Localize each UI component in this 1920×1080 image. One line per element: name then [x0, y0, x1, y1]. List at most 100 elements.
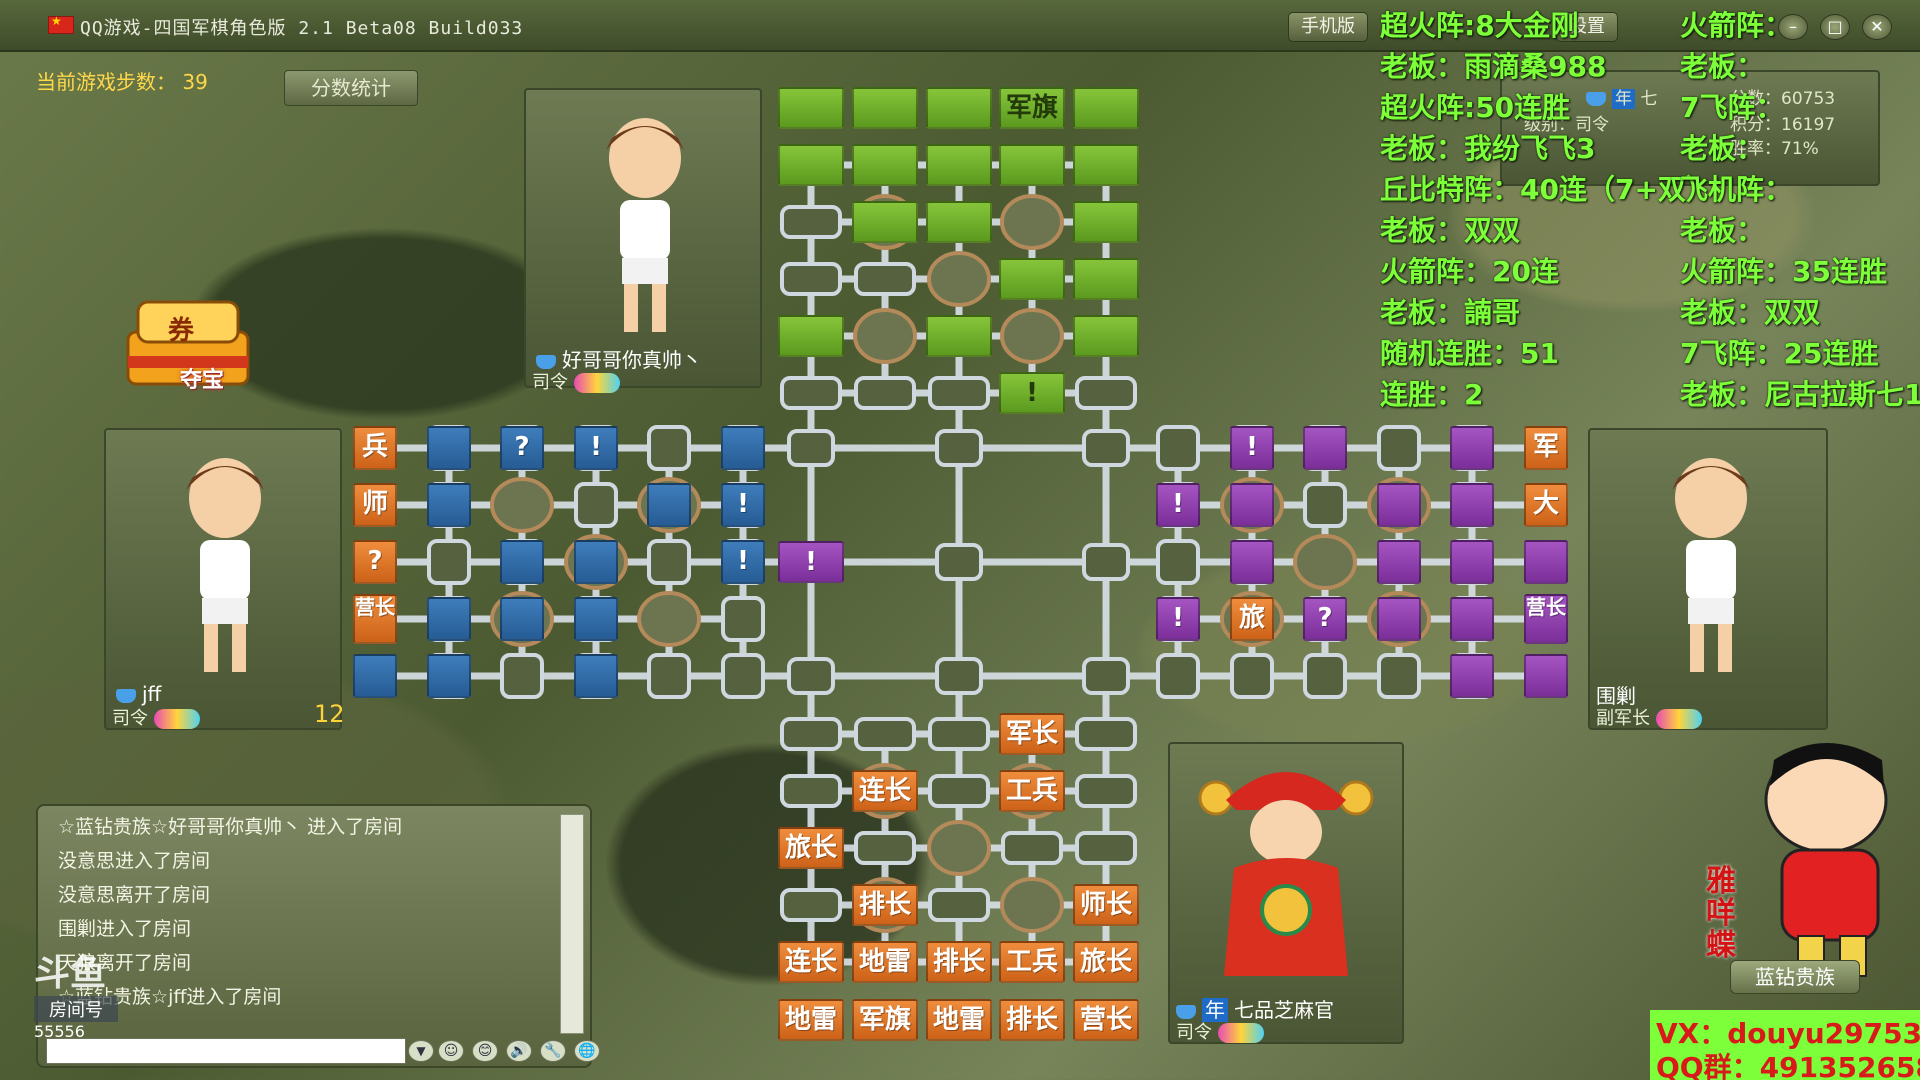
game-piece[interactable]: ! [999, 372, 1065, 414]
game-piece[interactable]: 地雷 [778, 999, 844, 1041]
game-piece[interactable] [1377, 540, 1421, 584]
game-piece[interactable] [999, 258, 1065, 300]
camp-node[interactable] [637, 591, 701, 647]
game-piece[interactable] [1230, 483, 1274, 527]
post-node[interactable] [1156, 539, 1200, 585]
game-piece[interactable] [1524, 540, 1568, 584]
game-piece[interactable] [1073, 258, 1139, 300]
game-piece[interactable] [1073, 144, 1139, 186]
game-piece[interactable] [1450, 483, 1494, 527]
game-piece[interactable] [1524, 654, 1568, 698]
game-piece[interactable]: 大 [1524, 483, 1568, 527]
camp-node[interactable] [1293, 534, 1357, 590]
post-node[interactable] [1001, 831, 1063, 865]
game-piece[interactable] [852, 144, 918, 186]
emoji-icon[interactable]: ☺ [438, 1040, 464, 1062]
post-node[interactable] [1303, 482, 1347, 528]
camp-node[interactable] [927, 820, 991, 876]
post-node[interactable] [1230, 653, 1274, 699]
game-piece[interactable] [1073, 87, 1139, 129]
post-node[interactable] [721, 596, 765, 642]
camp-node[interactable] [1000, 194, 1064, 250]
game-piece[interactable] [574, 654, 618, 698]
game-piece[interactable] [500, 597, 544, 641]
post-node[interactable] [1303, 653, 1347, 699]
game-piece[interactable] [1073, 315, 1139, 357]
post-node[interactable] [854, 376, 916, 410]
game-piece[interactable]: 师 [353, 483, 397, 527]
game-piece[interactable] [427, 483, 471, 527]
game-piece[interactable]: ! [1156, 483, 1200, 527]
game-piece[interactable]: 排长 [852, 884, 918, 926]
post-node[interactable] [647, 653, 691, 699]
game-piece[interactable] [500, 540, 544, 584]
game-piece[interactable] [926, 201, 992, 243]
game-piece[interactable]: ! [778, 541, 844, 583]
game-piece[interactable]: 师长 [1073, 884, 1139, 926]
post-node[interactable] [787, 429, 835, 467]
post-node[interactable] [1082, 429, 1130, 467]
game-piece[interactable]: ! [574, 426, 618, 470]
post-node[interactable] [787, 657, 835, 695]
post-node[interactable] [854, 717, 916, 751]
post-node[interactable] [647, 425, 691, 471]
game-piece[interactable]: 营长 [1073, 999, 1139, 1041]
post-node[interactable] [935, 543, 983, 581]
game-piece[interactable] [1377, 483, 1421, 527]
game-piece[interactable]: 连长 [778, 941, 844, 983]
post-node[interactable] [1075, 774, 1137, 808]
game-piece[interactable]: ! [1230, 426, 1274, 470]
post-node[interactable] [1075, 717, 1137, 751]
game-piece[interactable] [427, 597, 471, 641]
post-node[interactable] [1156, 653, 1200, 699]
post-node[interactable] [780, 262, 842, 296]
game-piece[interactable]: 军旗 [999, 87, 1065, 129]
post-node[interactable] [780, 376, 842, 410]
chat-input[interactable] [46, 1038, 406, 1064]
game-piece[interactable]: 军长 [999, 713, 1065, 755]
post-node[interactable] [928, 717, 990, 751]
volume-icon[interactable]: 🔊 [506, 1040, 532, 1062]
game-piece[interactable] [1450, 540, 1494, 584]
game-piece[interactable]: 旅长 [778, 827, 844, 869]
post-node[interactable] [780, 888, 842, 922]
globe-icon[interactable]: 🌐 [574, 1040, 600, 1062]
post-node[interactable] [574, 482, 618, 528]
post-node[interactable] [928, 888, 990, 922]
game-piece[interactable]: 工兵 [999, 941, 1065, 983]
camp-node[interactable] [1000, 877, 1064, 933]
post-node[interactable] [1156, 425, 1200, 471]
game-piece[interactable]: 连长 [852, 770, 918, 812]
game-piece[interactable]: ! [721, 540, 765, 584]
post-node[interactable] [721, 653, 765, 699]
dropdown-arrow-icon[interactable]: ▼ [408, 1040, 434, 1062]
game-piece[interactable]: 军 [1524, 426, 1568, 470]
game-piece[interactable] [1073, 201, 1139, 243]
blue-diamond-button[interactable]: 蓝钻贵族 [1730, 960, 1860, 994]
game-piece[interactable] [574, 597, 618, 641]
post-node[interactable] [1075, 376, 1137, 410]
game-piece[interactable]: 兵 [353, 426, 397, 470]
game-piece[interactable] [999, 144, 1065, 186]
post-node[interactable] [1082, 543, 1130, 581]
camp-node[interactable] [927, 251, 991, 307]
game-piece[interactable] [852, 201, 918, 243]
game-piece[interactable] [1450, 426, 1494, 470]
post-node[interactable] [928, 774, 990, 808]
post-node[interactable] [1075, 831, 1137, 865]
game-piece[interactable] [721, 426, 765, 470]
game-piece[interactable]: ? [353, 540, 397, 584]
game-piece[interactable] [1450, 654, 1494, 698]
game-piece[interactable] [778, 87, 844, 129]
game-piece[interactable] [1450, 597, 1494, 641]
camp-node[interactable] [853, 308, 917, 364]
game-piece[interactable]: 旅长 [1073, 941, 1139, 983]
post-node[interactable] [935, 429, 983, 467]
game-piece[interactable]: ? [500, 426, 544, 470]
post-node[interactable] [780, 717, 842, 751]
game-piece[interactable] [1303, 426, 1347, 470]
game-piece[interactable] [353, 654, 397, 698]
game-piece[interactable]: 旅 [1230, 597, 1274, 641]
game-piece[interactable]: 排长 [999, 999, 1065, 1041]
post-node[interactable] [1377, 425, 1421, 471]
